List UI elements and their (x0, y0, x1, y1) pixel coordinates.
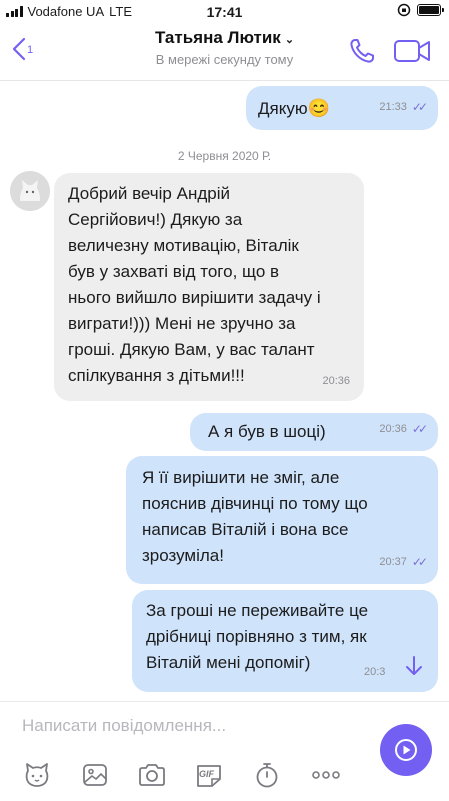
message-line: виграти!))) Мені не зручно за (68, 314, 296, 333)
read-ticks-icon: ✓✓ (411, 422, 428, 436)
read-ticks-icon: ✓✓ (411, 100, 428, 114)
contact-name: Татьяна Лютик (154, 28, 281, 47)
message-bubble-incoming[interactable]: Добрий вечір Андрій Сергійович!) Дякую з… (54, 173, 364, 401)
timer-icon (256, 763, 278, 788)
message-text: А я був в шоці) (208, 422, 326, 441)
message-bubble-outgoing[interactable]: А я був в шоці) 20:36 ✓✓ (190, 413, 438, 451)
message-bubble-outgoing[interactable]: За гроші не переживайте це дрібниці порі… (132, 590, 438, 692)
read-ticks-icon: ✓✓ (411, 555, 428, 569)
video-camera-icon (394, 40, 430, 62)
message-line: спілкування з дітьми!!! (68, 366, 245, 385)
more-icon (312, 771, 340, 779)
message-input[interactable]: Написати повідомлення... (22, 716, 226, 736)
message-line: дрібниці порівняно з тим, як (146, 627, 367, 646)
message-text: Дякую (258, 99, 308, 118)
message-line: За гроші не переживайте це (146, 601, 369, 620)
orientation-lock-icon (397, 3, 411, 17)
more-button[interactable] (310, 762, 342, 788)
clock: 17:41 (206, 4, 243, 20)
video-call-button[interactable] (393, 38, 433, 69)
message-line: нього вийшло вирішити задачу і (68, 288, 321, 307)
message-bubble-outgoing[interactable]: Я її вирішити не зміг, але пояснив дівчи… (126, 456, 438, 584)
last-seen-status: В мережі секунду тому (155, 52, 294, 67)
message-line: Я її вирішити не зміг, але (142, 468, 340, 487)
message-line: Добрий вечір Андрій (68, 184, 230, 203)
message-time: 20:36 (322, 375, 350, 387)
message-line: гроші. Дякую Вам, у вас талант (68, 340, 315, 359)
message-time: 20:37 (379, 556, 407, 568)
send-button[interactable] (380, 724, 432, 776)
gallery-button[interactable] (80, 762, 110, 788)
gif-label: GIF (199, 769, 214, 779)
message-line: пояснив дівчинці по тому що (142, 494, 368, 513)
battery-icon (417, 4, 444, 16)
timer-button[interactable] (252, 762, 282, 788)
message-list[interactable]: Дякую😊 21:33 ✓✓ 2 Червня 2020 Р. Добрий … (0, 81, 449, 701)
chevron-down-icon: ⌄ (284, 34, 295, 46)
composer-toolbar: GIF (0, 762, 380, 792)
gif-button[interactable]: GIF (194, 762, 224, 788)
camera-icon (139, 764, 165, 786)
message-bubble-outgoing[interactable]: Дякую😊 21:33 ✓✓ (246, 86, 438, 130)
scroll-to-bottom-button[interactable] (391, 643, 437, 689)
camera-button[interactable] (136, 762, 168, 788)
contact-avatar[interactable] (10, 171, 50, 211)
status-bar: Vodafone UA LTE 17:41 (0, 0, 449, 22)
contact-name-button[interactable]: Татьяна Лютик ⌄ (0, 28, 449, 48)
chat-header: 1 Татьяна Лютик ⌄ В мережі секунду тому (0, 22, 449, 81)
cat-avatar-icon (10, 171, 50, 211)
phone-icon (350, 39, 374, 63)
message-line: був у захваті від того, що в (68, 262, 280, 281)
message-line: Сергійович!) Дякую за (68, 210, 243, 229)
message-time: 20:3 (364, 666, 386, 678)
composer: Написати повідомлення... GIF (0, 701, 449, 801)
message-line: величезну мотивацію, Віталік (68, 236, 299, 255)
arrow-down-icon (406, 656, 422, 675)
sticker-button[interactable] (22, 762, 52, 788)
gallery-icon (83, 764, 107, 786)
message-time: 21:33 (379, 101, 407, 113)
message-time: 20:36 (379, 423, 407, 435)
voice-record-icon (395, 739, 417, 761)
call-button[interactable] (347, 36, 377, 71)
date-separator: 2 Червня 2020 Р. (177, 149, 272, 163)
message-line: написав Віталій і вона все (142, 520, 349, 539)
smile-emoji: 😊 (307, 98, 331, 118)
sticker-icon (25, 763, 49, 787)
